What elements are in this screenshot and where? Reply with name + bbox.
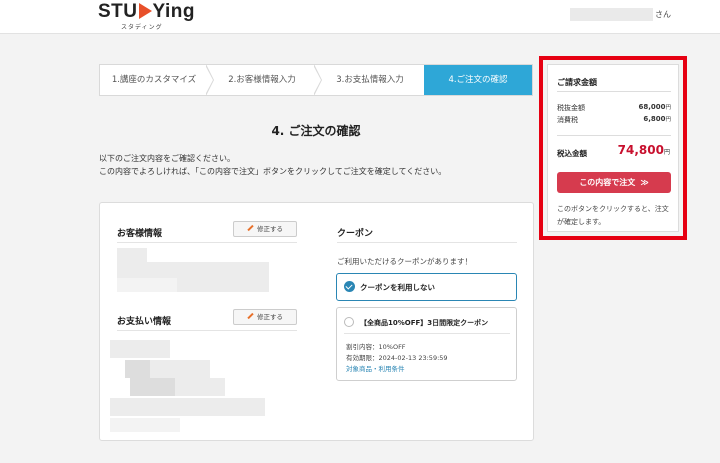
divider	[557, 135, 671, 136]
page-title: 4. ご注文の確認	[271, 124, 361, 138]
intro-text: 以下のご注文内容をご確認ください。 この内容でよろしければ、「この内容で注文」ボ…	[99, 154, 447, 176]
coupon-offer-title: 【全商品10%OFF】3日間限定クーポン	[360, 319, 489, 327]
redacted-payment-info	[110, 398, 265, 416]
double-chevron-right-icon: ≫	[640, 178, 649, 187]
chevron-right-icon	[313, 64, 322, 96]
step-3: 3.お支払情報入力	[336, 75, 404, 85]
tax-value: 6,800	[643, 115, 666, 123]
edit-customer-button[interactable]: 修正する	[233, 221, 297, 237]
coupon-heading: クーポン	[337, 229, 374, 239]
radio-button[interactable]	[344, 317, 354, 327]
step-1: 1.講座のカスタマイズ	[100, 64, 214, 96]
highlight-frame: ご請求金額 税抜金額 68,000円 消費税 6,800円 税込金額 74,80…	[539, 56, 687, 240]
coupon-option-10off[interactable]: 【全商品10%OFF】3日間限定クーポン 割引内容：10%OFF 有効期限：20…	[336, 307, 517, 381]
subtotal-value: 68,000	[638, 103, 666, 111]
payment-info-heading: お支払い情報	[117, 317, 172, 327]
redacted-payment-info	[110, 418, 180, 432]
step-4-current: 4.ご注文の確認	[424, 65, 532, 95]
tax-label: 消費税	[557, 116, 578, 124]
billing-title: ご請求金額	[557, 78, 597, 87]
order-note: このボタンをクリックすると、注文が確定します。	[557, 205, 669, 226]
redacted-payment-info	[125, 360, 150, 378]
redacted-customer-info	[117, 278, 177, 292]
billing-summary: ご請求金額 税抜金額 68,000円 消費税 6,800円 税込金額 74,80…	[547, 64, 679, 232]
logo-subtitle: スタディング	[121, 24, 163, 31]
checkout-steps: 1.講座のカスタマイズ 2.お客様情報入力 3.お支払情報入力 4.ご注文の確認	[99, 64, 533, 96]
redacted-payment-info	[130, 378, 175, 396]
redacted-payment-info	[150, 360, 210, 378]
edit-payment-button[interactable]: 修正する	[233, 309, 297, 325]
divider	[557, 91, 671, 92]
pencil-icon	[247, 312, 254, 320]
coupon-expiry: 有効期限：2024-02-13 23:59:59	[346, 354, 448, 362]
coupon-available-note: ご利用いただけるクーポンがあります！	[337, 257, 472, 266]
customer-info-heading: お客様情報	[117, 229, 163, 239]
site-header: STU Ying スタディング さん	[0, 0, 720, 34]
chevron-right-icon	[205, 64, 214, 96]
step-2: 2.お客様情報入力	[208, 64, 322, 96]
user-name-redacted	[570, 8, 653, 21]
pencil-icon	[247, 224, 254, 232]
divider	[117, 242, 297, 243]
total-value: 74,800円	[617, 143, 670, 157]
divider	[337, 242, 517, 243]
divider	[117, 330, 297, 331]
subtotal-label: 税抜金額	[557, 104, 585, 112]
user-suffix: さん	[655, 10, 671, 19]
play-icon	[138, 3, 152, 19]
coupon-none-label: クーポンを利用しない	[360, 283, 435, 292]
coupon-option-none[interactable]: クーポンを利用しない	[336, 273, 517, 301]
tax-row: 消費税 6,800円	[557, 115, 671, 124]
coupon-discount: 割引内容：10%OFF	[346, 343, 406, 351]
subtotal-row: 税抜金額 68,000円	[557, 103, 671, 112]
studying-logo[interactable]: STU Ying	[98, 1, 195, 23]
place-order-button[interactable]: この内容で注文 ≫	[557, 172, 671, 193]
redacted-payment-info	[110, 340, 170, 358]
check-circle-icon	[344, 281, 355, 292]
divider	[344, 333, 510, 334]
coupon-terms-link[interactable]: 対象商品・利用条件	[346, 363, 405, 373]
redacted-payment-info	[175, 378, 225, 396]
total-label: 税込金額	[557, 149, 587, 158]
